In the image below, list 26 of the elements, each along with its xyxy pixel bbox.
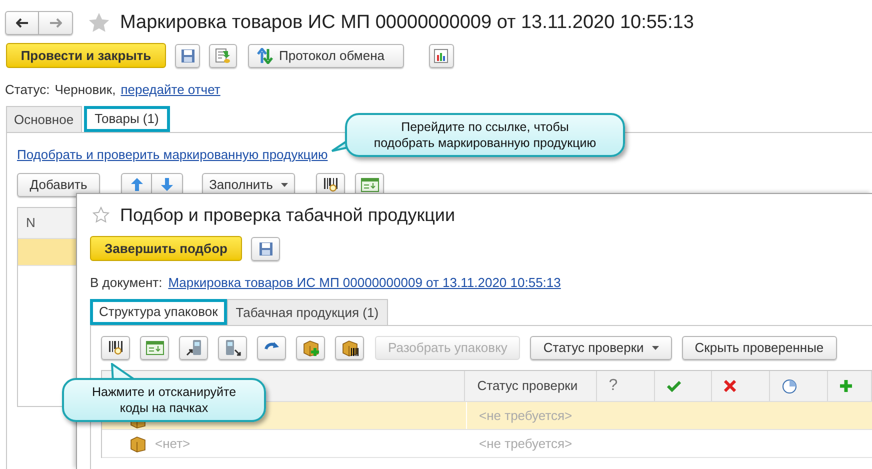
column-header: Статус проверки bbox=[465, 371, 597, 401]
dialog-title: Подбор и проверка табачной продукции bbox=[120, 204, 455, 227]
tab[interactable]: Основное bbox=[6, 106, 82, 132]
document-link[interactable]: Маркировка товаров ИС МП 00000000009 от 13.11.2020 10:55:13 bbox=[168, 273, 561, 293]
tab[interactable]: Структура упаковок bbox=[90, 299, 227, 325]
add-button[interactable]: Добавить bbox=[17, 172, 100, 196]
callout-tooltip: Перейдите по ссылке, чтобы подобрать маркированную продукцию bbox=[345, 113, 625, 157]
status-cell-text: <не требуется> bbox=[479, 406, 572, 425]
status-cell-text: <не требуется> bbox=[479, 434, 572, 453]
send-report-link[interactable]: передайте отчет bbox=[120, 80, 220, 100]
window-title: Маркировка товаров ИС МП 00000000009 от 13.11.2020 10:55:13 bbox=[120, 10, 694, 35]
tab[interactable]: Товары (1) bbox=[84, 106, 170, 132]
status-value: Черновик, bbox=[54, 81, 116, 100]
toolbar-button[interactable]: Статус проверки bbox=[530, 336, 672, 360]
post-and-close-button[interactable]: Провести и закрыть bbox=[6, 43, 166, 68]
document-label: В документ: bbox=[90, 274, 162, 292]
package-name: <нет> bbox=[155, 434, 190, 453]
toolbar-button[interactable]: Скрыть проверенные bbox=[682, 336, 837, 360]
column-header: ? bbox=[596, 371, 655, 401]
pick-products-link[interactable]: Подобрать и проверить маркированную продукцию bbox=[17, 145, 328, 164]
finish-selection-button[interactable]: Завершить подбор bbox=[90, 236, 242, 261]
tab[interactable]: Табачная продукция (1) bbox=[226, 299, 388, 325]
callout-tooltip: Нажмите и отсканируйте коды на пачках bbox=[62, 378, 266, 422]
exchange-log-button[interactable]: Протокол обмена bbox=[248, 44, 404, 68]
status-label: Статус: bbox=[5, 81, 50, 100]
column-header: N bbox=[26, 214, 36, 232]
